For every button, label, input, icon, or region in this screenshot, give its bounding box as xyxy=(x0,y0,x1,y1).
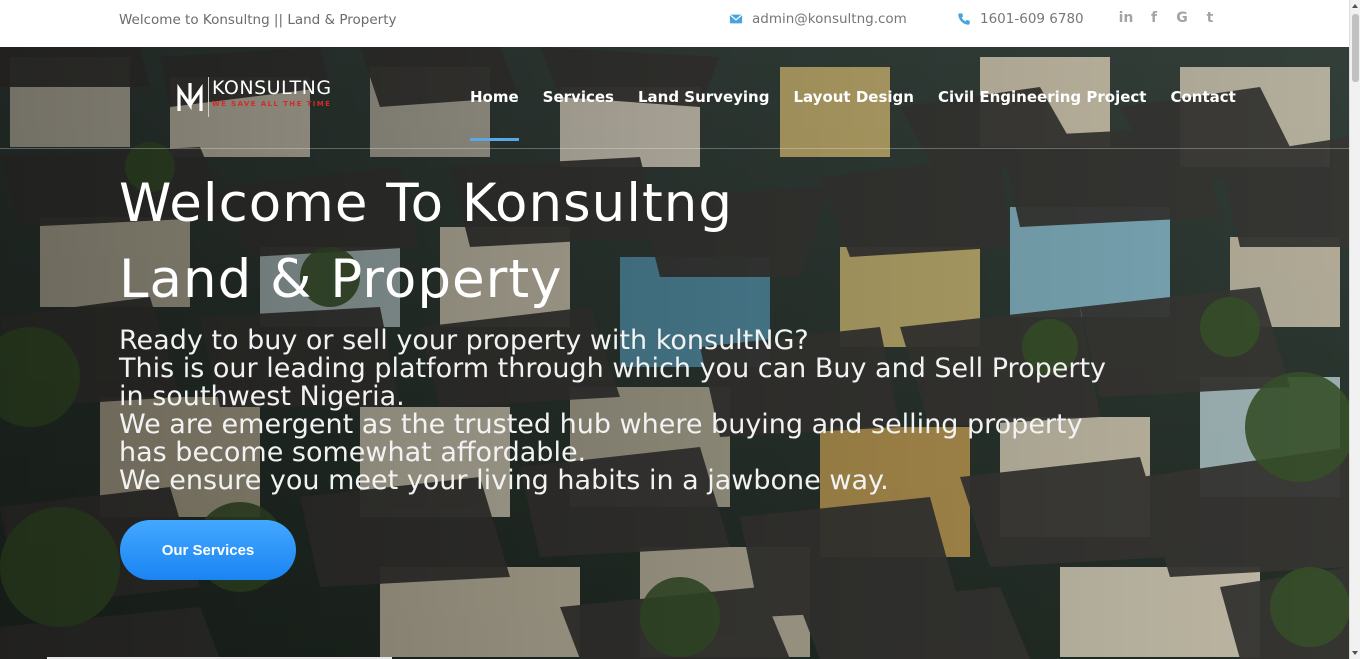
logo-words: KONSULTNG WE SAVE ALL THE TIME xyxy=(212,77,332,108)
phone-icon xyxy=(958,13,970,25)
scroll-up-arrow-icon[interactable] xyxy=(1352,4,1358,8)
hero-title: Welcome To Konsultng Land & Property xyxy=(119,166,1019,318)
top-info-bar: Welcome to Konsultng || Land & Property … xyxy=(0,0,1349,47)
hero-title-line1: Welcome To Konsultng xyxy=(119,173,733,234)
logo-tagline: WE SAVE ALL THE TIME xyxy=(212,100,332,108)
welcome-text: Welcome to Konsultng || Land & Property xyxy=(119,12,397,28)
logo-name: KONSULTNG xyxy=(212,77,332,99)
site-logo[interactable]: KONSULTNG WE SAVE ALL THE TIME xyxy=(176,77,332,117)
nav-item-land-surveying[interactable]: Land Surveying xyxy=(638,88,769,106)
nav-item-services[interactable]: Services xyxy=(543,88,614,106)
nav-item-contact[interactable]: Contact xyxy=(1170,88,1235,106)
our-services-button[interactable]: Our Services xyxy=(120,520,296,580)
hero-title-line2: Land & Property xyxy=(119,249,563,310)
nav-item-civil-engineering-project[interactable]: Civil Engineering Project xyxy=(938,88,1147,106)
nav-item-home[interactable]: Home xyxy=(470,88,519,141)
header-divider xyxy=(0,148,1349,149)
logo-divider xyxy=(208,77,209,117)
page-scrollbar[interactable] xyxy=(1349,0,1360,659)
scroll-down-arrow-icon[interactable] xyxy=(1352,651,1358,655)
phone-contact[interactable]: 1601-609 6780 xyxy=(957,11,1084,27)
logo-mark-icon xyxy=(177,83,203,111)
lead-line: We ensure you meet your living habits in… xyxy=(119,465,889,496)
email-contact[interactable]: admin@konsultng.com xyxy=(729,11,907,27)
social-links: in f G t xyxy=(1118,9,1218,27)
phone-text[interactable]: 1601-609 6780 xyxy=(980,11,1084,27)
envelope-icon xyxy=(729,14,743,24)
lead-line: has become somewhat affordable. xyxy=(119,437,587,468)
hero-lead: Ready to buy or sell your property with … xyxy=(119,327,1229,495)
linkedin-icon[interactable]: in xyxy=(1118,9,1134,27)
google-icon[interactable]: G xyxy=(1174,9,1190,27)
lead-line: We are emergent as the trusted hub where… xyxy=(119,409,1083,440)
scroll-thumb[interactable] xyxy=(1352,14,1359,82)
lead-line: This is our leading platform through whi… xyxy=(119,353,1107,384)
lead-line: in southwest Nigeria. xyxy=(119,381,405,412)
lead-line: Ready to buy or sell your property with … xyxy=(119,325,809,356)
main-nav: Home Services Land Surveying Layout Desi… xyxy=(470,88,1236,141)
twitter-icon[interactable]: t xyxy=(1202,9,1218,27)
nav-item-layout-design[interactable]: Layout Design xyxy=(793,88,913,106)
facebook-icon[interactable]: f xyxy=(1146,9,1162,27)
email-text[interactable]: admin@konsultng.com xyxy=(752,11,907,27)
